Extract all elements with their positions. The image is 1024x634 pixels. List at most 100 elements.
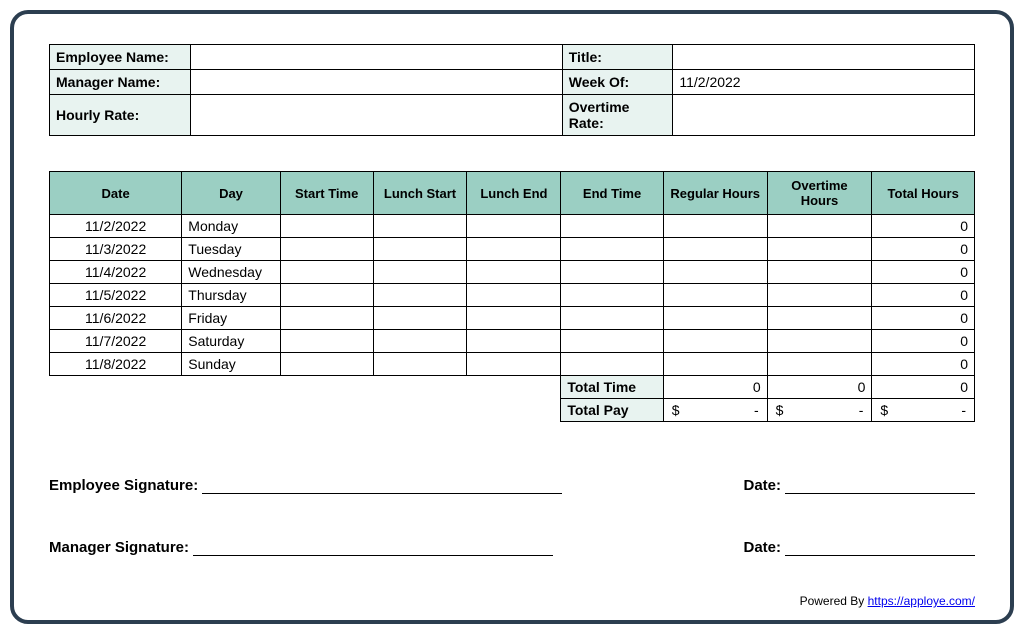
cell-regular-hours[interactable] (663, 238, 767, 261)
cell-day[interactable]: Thursday (182, 284, 280, 307)
employee-signature-line[interactable] (202, 478, 562, 494)
manager-date-group: Date: (743, 539, 975, 556)
cell-overtime-hours[interactable] (767, 307, 872, 330)
cell-end-time[interactable] (561, 215, 663, 238)
cell-regular-hours[interactable] (663, 284, 767, 307)
manager-signature-label: Manager Signature: (49, 539, 189, 556)
regular-total: 0 (663, 376, 767, 399)
cell-lunch-start[interactable] (373, 215, 467, 238)
cell-regular-hours[interactable] (663, 330, 767, 353)
employee-name-label: Employee Name: (50, 45, 191, 70)
cell-date[interactable]: 11/3/2022 (50, 238, 182, 261)
cell-date[interactable]: 11/6/2022 (50, 307, 182, 330)
cell-start-time[interactable] (280, 238, 373, 261)
cell-total-hours: 0 (872, 215, 975, 238)
table-row: 11/5/2022 Thursday 0 (50, 284, 975, 307)
header-lunch-end: Lunch End (467, 172, 561, 215)
cell-total-hours: 0 (872, 330, 975, 353)
header-lunch-start: Lunch Start (373, 172, 467, 215)
cell-date[interactable]: 11/5/2022 (50, 284, 182, 307)
info-row: Employee Name: Title: (50, 45, 975, 70)
cell-lunch-start[interactable] (373, 353, 467, 376)
cell-start-time[interactable] (280, 330, 373, 353)
cell-overtime-hours[interactable] (767, 215, 872, 238)
cell-start-time[interactable] (280, 215, 373, 238)
cell-day[interactable]: Wednesday (182, 261, 280, 284)
cell-date[interactable]: 11/8/2022 (50, 353, 182, 376)
cell-date[interactable]: 11/2/2022 (50, 215, 182, 238)
cell-day[interactable]: Tuesday (182, 238, 280, 261)
cell-day[interactable]: Monday (182, 215, 280, 238)
total-pay: $- (872, 399, 975, 422)
header-regular-hours: Regular Hours (663, 172, 767, 215)
cell-day[interactable]: Saturday (182, 330, 280, 353)
cell-lunch-start[interactable] (373, 284, 467, 307)
table-row: 11/6/2022 Friday 0 (50, 307, 975, 330)
cell-lunch-end[interactable] (467, 261, 561, 284)
header-day: Day (182, 172, 280, 215)
manager-date-line[interactable] (785, 540, 975, 556)
cell-end-time[interactable] (561, 353, 663, 376)
title-value[interactable] (673, 45, 975, 70)
hours-total: 0 (872, 376, 975, 399)
cell-overtime-hours[interactable] (767, 261, 872, 284)
cell-end-time[interactable] (561, 261, 663, 284)
cell-regular-hours[interactable] (663, 215, 767, 238)
cell-lunch-end[interactable] (467, 238, 561, 261)
cell-lunch-start[interactable] (373, 330, 467, 353)
header-total-hours: Total Hours (872, 172, 975, 215)
cell-lunch-start[interactable] (373, 238, 467, 261)
cell-overtime-hours[interactable] (767, 353, 872, 376)
cell-end-time[interactable] (561, 330, 663, 353)
header-end-time: End Time (561, 172, 663, 215)
footer: Powered By https://apploye.com/ (800, 594, 975, 608)
cell-lunch-end[interactable] (467, 284, 561, 307)
employee-date-line[interactable] (785, 478, 975, 494)
employee-date-label: Date: (743, 477, 781, 494)
timesheet-frame: Employee Name: Title: Manager Name: Week… (10, 10, 1014, 624)
cell-start-time[interactable] (280, 261, 373, 284)
header-start-time: Start Time (280, 172, 373, 215)
manager-signature-line[interactable] (193, 540, 553, 556)
cell-overtime-hours[interactable] (767, 284, 872, 307)
cell-total-hours: 0 (872, 307, 975, 330)
total-time-row: Total Time 0 0 0 (50, 376, 975, 399)
cell-day[interactable]: Friday (182, 307, 280, 330)
cell-end-time[interactable] (561, 284, 663, 307)
cell-total-hours: 0 (872, 284, 975, 307)
hourly-rate-value[interactable] (190, 95, 562, 136)
cell-start-time[interactable] (280, 353, 373, 376)
cell-regular-hours[interactable] (663, 307, 767, 330)
overtime-total: 0 (767, 376, 872, 399)
employee-date-group: Date: (743, 477, 975, 494)
cell-lunch-end[interactable] (467, 307, 561, 330)
cell-lunch-start[interactable] (373, 307, 467, 330)
apploye-link[interactable]: https://apploye.com/ (868, 594, 975, 608)
cell-start-time[interactable] (280, 307, 373, 330)
cell-date[interactable]: 11/7/2022 (50, 330, 182, 353)
cell-lunch-start[interactable] (373, 261, 467, 284)
week-of-value[interactable]: 11/2/2022 (673, 70, 975, 95)
cell-lunch-end[interactable] (467, 330, 561, 353)
employee-signature-group: Employee Signature: (49, 477, 562, 494)
cell-lunch-end[interactable] (467, 215, 561, 238)
info-table: Employee Name: Title: Manager Name: Week… (49, 44, 975, 136)
cell-date[interactable]: 11/4/2022 (50, 261, 182, 284)
cell-lunch-end[interactable] (467, 353, 561, 376)
cell-day[interactable]: Sunday (182, 353, 280, 376)
cell-end-time[interactable] (561, 238, 663, 261)
cell-end-time[interactable] (561, 307, 663, 330)
table-row: 11/2/2022 Monday 0 (50, 215, 975, 238)
employee-name-value[interactable] (190, 45, 562, 70)
overtime-rate-value[interactable] (673, 95, 975, 136)
cell-start-time[interactable] (280, 284, 373, 307)
cell-regular-hours[interactable] (663, 353, 767, 376)
cell-overtime-hours[interactable] (767, 238, 872, 261)
employee-signature-row: Employee Signature: Date: (49, 477, 975, 494)
powered-by-text: Powered By (800, 594, 868, 608)
header-overtime-hours: Overtime Hours (767, 172, 872, 215)
manager-name-value[interactable] (190, 70, 562, 95)
manager-signature-row: Manager Signature: Date: (49, 539, 975, 556)
cell-regular-hours[interactable] (663, 261, 767, 284)
cell-overtime-hours[interactable] (767, 330, 872, 353)
